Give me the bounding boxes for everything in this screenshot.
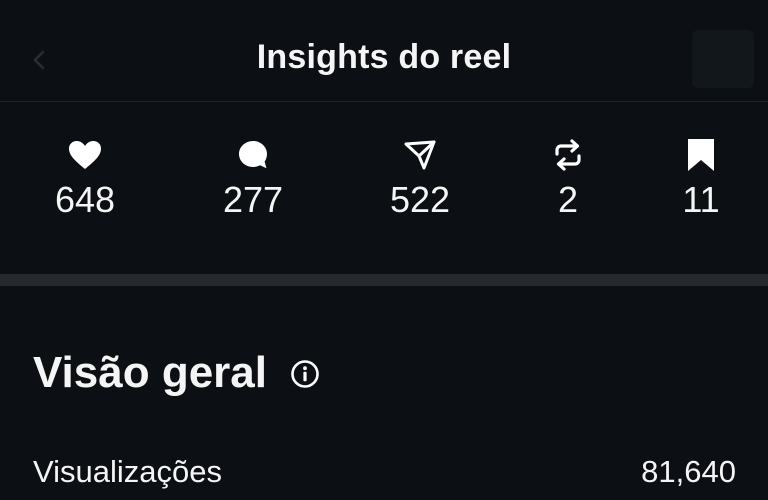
views-value: 81,640 (641, 454, 736, 489)
stat-shares[interactable]: 522 (360, 137, 480, 221)
info-button[interactable] (290, 359, 320, 389)
repost-icon (508, 137, 628, 173)
shares-count: 522 (389, 179, 451, 220)
views-label: Visualizações (33, 454, 222, 489)
page-title: Insights do reel (256, 38, 512, 76)
header: Insights do reel (0, 0, 768, 102)
likes-count: 648 (54, 179, 116, 220)
stats-row: 648 277 522 2 11 (0, 103, 768, 275)
comments-count: 277 (222, 179, 284, 220)
overview-heading: Visão geral (33, 348, 267, 397)
reel-thumbnail[interactable] (692, 30, 754, 88)
info-icon (291, 360, 319, 388)
comment-icon (193, 137, 313, 173)
stat-likes[interactable]: 648 (25, 137, 145, 221)
section-divider (0, 274, 768, 286)
send-icon (360, 137, 480, 173)
stat-reposts[interactable]: 2 (508, 137, 628, 221)
stat-saves[interactable]: 11 (641, 137, 761, 221)
reposts-count: 2 (557, 179, 579, 220)
heart-icon (25, 137, 145, 173)
stat-comments[interactable]: 277 (193, 137, 313, 221)
saves-count: 11 (682, 179, 720, 220)
bookmark-icon (641, 137, 761, 173)
reel-insights-screen: Insights do reel 648 277 522 2 11 Visão … (0, 0, 768, 500)
